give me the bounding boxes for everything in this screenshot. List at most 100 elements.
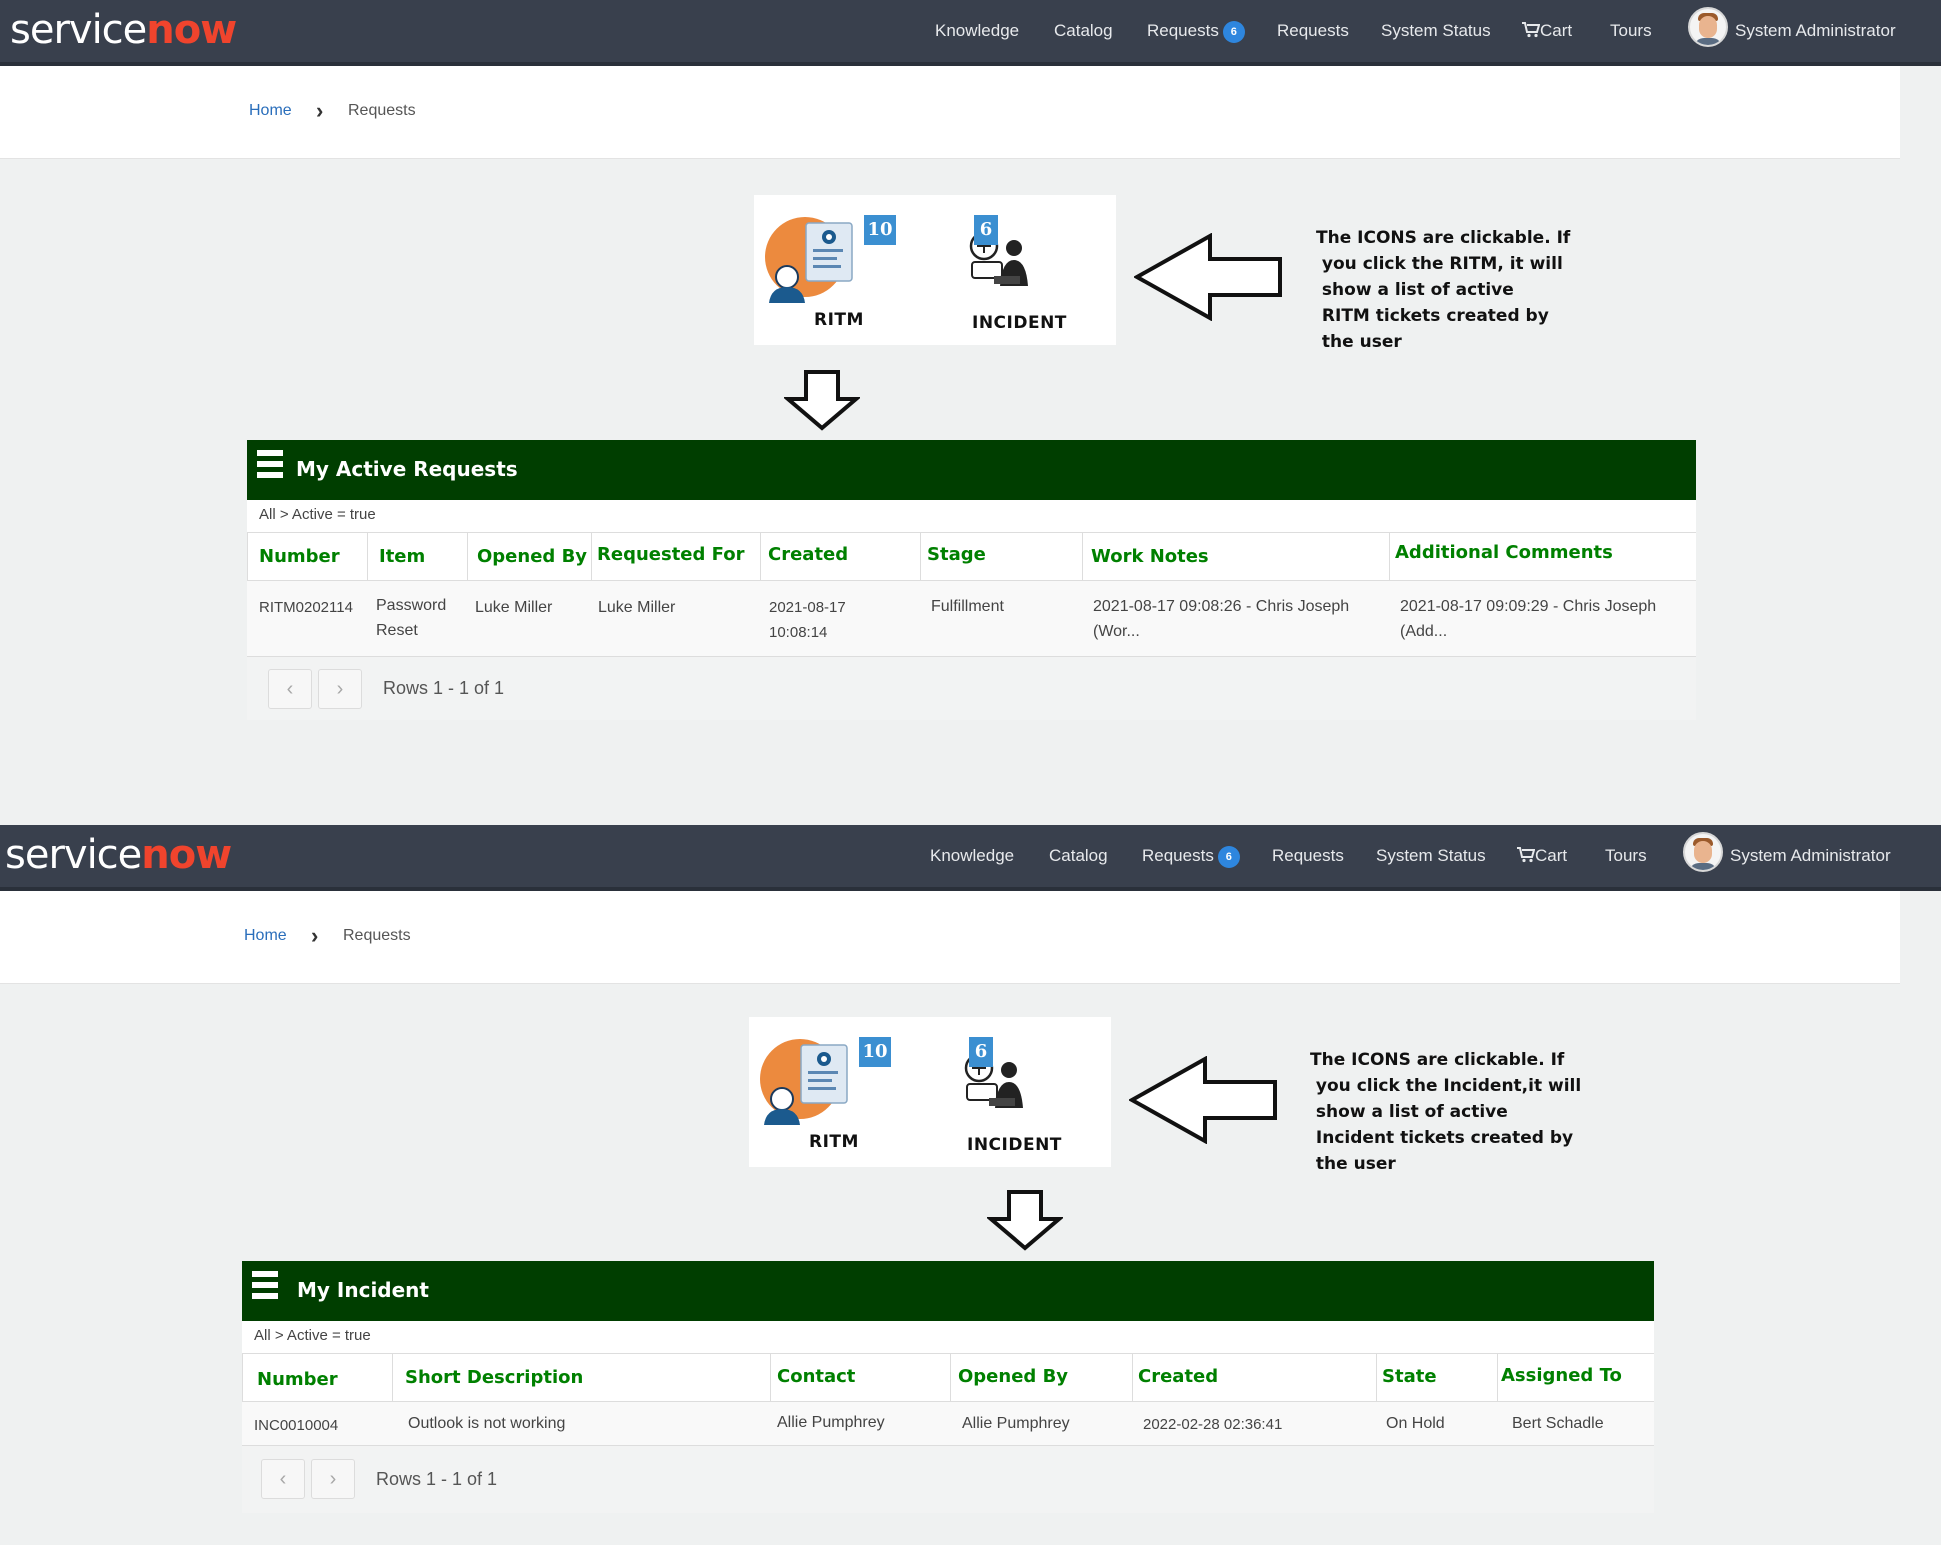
nav-catalog[interactable]: Catalog xyxy=(1054,20,1113,42)
list-title: My Incident xyxy=(297,1278,429,1302)
top-navbar: servicenow Knowledge Catalog Requests 6 R… xyxy=(0,0,1941,66)
down-arrow-icon xyxy=(987,1190,1063,1251)
column-header-created[interactable]: Created xyxy=(1138,1366,1218,1387)
cell-opened-by: Allie Pumphrey xyxy=(962,1415,1070,1432)
breadcrumb-filter[interactable]: All > Active = true xyxy=(254,1327,371,1344)
cell-opened-by: Luke Miller xyxy=(475,599,553,616)
breadcrumb: Home › Requests xyxy=(0,66,1900,159)
nav-requests-count-badge: 6 xyxy=(1217,845,1240,868)
column-header-created[interactable]: Created xyxy=(768,544,848,565)
nav-tours[interactable]: Tours xyxy=(1610,20,1652,42)
nav-system-status[interactable]: System Status xyxy=(1376,845,1486,867)
incident-label: INCIDENT xyxy=(972,313,1067,333)
column-header-opened-by[interactable]: Opened By xyxy=(477,546,587,567)
logo-text-now: now xyxy=(141,832,232,878)
avatar[interactable] xyxy=(1683,832,1723,872)
column-header-additional-comments[interactable]: Additional Comments xyxy=(1395,542,1613,563)
column-header-contact[interactable]: Contact xyxy=(777,1366,855,1387)
nav-requests-badged[interactable]: Requests 6 xyxy=(1142,845,1240,868)
nav-knowledge[interactable]: Knowledge xyxy=(935,20,1019,42)
nav-cart[interactable]: Cart xyxy=(1517,845,1567,867)
list-header: My Incident xyxy=(242,1261,1654,1321)
cell-requested-for: Luke Miller xyxy=(598,599,676,616)
prev-page-button[interactable]: ‹ xyxy=(261,1459,305,1499)
nav-requests-label: Requests xyxy=(1147,21,1219,40)
column-header-stage[interactable]: Stage xyxy=(927,544,986,565)
nav-catalog[interactable]: Catalog xyxy=(1049,845,1108,867)
nav-requests-badged[interactable]: Requests 6 xyxy=(1147,20,1245,43)
servicenow-logo[interactable]: servicenow xyxy=(10,6,237,54)
list-footer: ‹ › Rows 1 - 1 of 1 xyxy=(247,657,1696,720)
nav-requests[interactable]: Requests xyxy=(1272,845,1344,867)
table-row[interactable]: INC0010004 Outlook is not working Allie … xyxy=(242,1402,1654,1445)
column-header-assigned-to[interactable]: Assigned To xyxy=(1501,1365,1622,1386)
nav-cart-label: Cart xyxy=(1535,846,1568,865)
list-header: My Active Requests xyxy=(247,440,1696,500)
cell-number[interactable]: RITM0202114 xyxy=(259,595,353,620)
breadcrumb-current: Requests xyxy=(348,102,416,119)
nav-cart[interactable]: Cart xyxy=(1522,20,1572,42)
prev-page-button[interactable]: ‹ xyxy=(268,669,312,709)
column-header-work-notes[interactable]: Work Notes xyxy=(1091,546,1209,567)
cart-icon xyxy=(1522,22,1541,38)
nav-user-name[interactable]: System Administrator xyxy=(1730,845,1891,867)
annotation-note-ritm: The ICONS are clickable. If you click th… xyxy=(1316,228,1571,352)
column-header-opened-by[interactable]: Opened By xyxy=(958,1366,1068,1387)
breadcrumb: Home › Requests xyxy=(0,891,1900,984)
table-row[interactable]: RITM0202114 Password Reset Luke Miller L… xyxy=(247,581,1696,656)
breadcrumb-home[interactable]: Home xyxy=(244,927,287,945)
cell-comments-line1: 2021-08-17 09:09:29 - Chris Joseph xyxy=(1400,598,1657,615)
ritm-count-badge: 10 xyxy=(864,215,896,245)
incident-tile[interactable]: 6 INCIDENT xyxy=(924,195,1116,345)
top-navbar: servicenow Knowledge Catalog Requests 6 R… xyxy=(0,825,1941,891)
breadcrumb-filter[interactable]: All > Active = true xyxy=(259,506,376,523)
next-page-button[interactable]: › xyxy=(318,669,362,709)
column-header-short-description[interactable]: Short Description xyxy=(405,1367,583,1388)
nav-user-name[interactable]: System Administrator xyxy=(1735,20,1896,42)
incident-label: INCIDENT xyxy=(967,1135,1062,1155)
left-arrow-icon xyxy=(1134,233,1282,321)
column-header-state[interactable]: State xyxy=(1382,1366,1437,1387)
hamburger-menu-icon[interactable] xyxy=(252,1271,278,1309)
list-title: My Active Requests xyxy=(296,457,518,481)
breadcrumb-current: Requests xyxy=(343,927,411,944)
ritm-label: RITM xyxy=(814,310,864,330)
nav-cart-label: Cart xyxy=(1540,21,1573,40)
avatar[interactable] xyxy=(1688,7,1728,47)
cell-work-notes-line1: 2021-08-17 09:08:26 - Chris Joseph xyxy=(1093,598,1350,615)
ritm-request-icon[interactable] xyxy=(756,1037,861,1127)
cell-contact: Allie Pumphrey xyxy=(777,1414,885,1431)
nav-knowledge[interactable]: Knowledge xyxy=(930,845,1014,867)
rows-count: Rows 1 - 1 of 1 xyxy=(376,1469,498,1489)
cell-short-description: Outlook is not working xyxy=(408,1415,566,1432)
incident-tile[interactable]: 6 INCIDENT xyxy=(919,1017,1111,1167)
ticket-type-icons: 10 RITM 6 INCIDENT xyxy=(754,195,1116,345)
ritm-tile[interactable]: 10 RITM xyxy=(749,1017,919,1167)
chevron-right-icon: › xyxy=(311,923,319,948)
cell-stage: Fulfillment xyxy=(931,598,1004,615)
nav-tours[interactable]: Tours xyxy=(1605,845,1647,867)
incident-count-badge: 6 xyxy=(969,1037,993,1067)
column-header-item[interactable]: Item xyxy=(379,546,425,567)
servicenow-logo[interactable]: servicenow xyxy=(5,831,232,879)
next-page-button[interactable]: › xyxy=(311,1459,355,1499)
annotation-note-incident: The ICONS are clickable. If you click th… xyxy=(1310,1050,1582,1174)
column-header-number[interactable]: Number xyxy=(259,546,340,567)
logo-text-service: service xyxy=(10,7,147,53)
ritm-request-icon[interactable] xyxy=(761,215,866,305)
hamburger-menu-icon[interactable] xyxy=(257,450,283,488)
ritm-label: RITM xyxy=(809,1132,859,1152)
nav-requests[interactable]: Requests xyxy=(1277,20,1349,42)
breadcrumb-home[interactable]: Home xyxy=(249,102,292,120)
cell-created-line1: 2021-08-17 xyxy=(769,599,846,616)
cell-assigned-to: Bert Schadle xyxy=(1512,1415,1604,1432)
nav-system-status[interactable]: System Status xyxy=(1381,20,1491,42)
column-header-number[interactable]: Number xyxy=(257,1369,338,1390)
ritm-count-badge: 10 xyxy=(859,1037,891,1067)
left-arrow-icon xyxy=(1129,1056,1277,1144)
column-header-requested-for[interactable]: Requested For xyxy=(597,544,744,565)
cell-created: 2022-02-28 02:36:41 xyxy=(1143,1416,1283,1433)
cell-state: On Hold xyxy=(1386,1415,1445,1432)
cell-number[interactable]: INC0010004 xyxy=(254,1413,338,1438)
ritm-tile[interactable]: 10 RITM xyxy=(754,195,924,345)
